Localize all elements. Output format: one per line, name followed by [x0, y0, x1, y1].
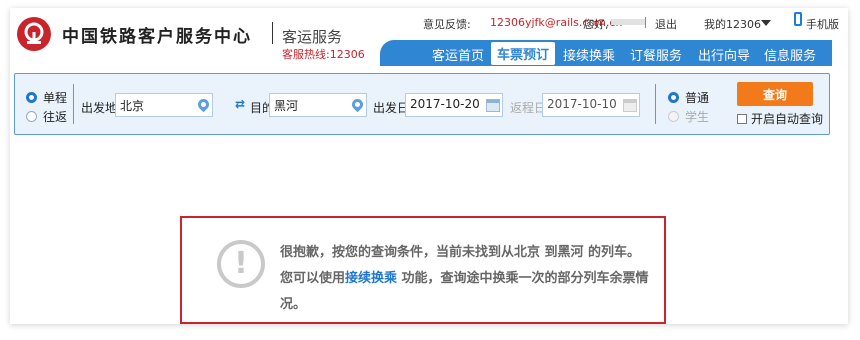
student-ticket-label[interactable]: 学生 [685, 108, 709, 125]
feedback-label: 意见反馈: [423, 18, 471, 31]
search-divider [73, 84, 74, 124]
query-button[interactable]: 查询 [737, 82, 813, 106]
transfer-link[interactable]: 接续换乘 [345, 271, 397, 286]
brand-divider [272, 22, 273, 44]
nav-item-home[interactable]: 客运首页 [432, 45, 484, 64]
normal-ticket-radio[interactable] [668, 92, 679, 103]
brand-subtitle: 客运服务 [282, 28, 343, 46]
calendar-icon[interactable] [623, 99, 637, 112]
hotline-text: 客服热线:12306 [282, 48, 365, 61]
round-trip-label[interactable]: 往返 [43, 108, 67, 125]
nav-item-ticket-booking[interactable]: 车票预订 [491, 42, 556, 65]
search-divider [655, 84, 656, 124]
round-trip-radio[interactable] [26, 111, 37, 122]
no-results-text: 很抱歉，按您的查询条件，当前未找到从北京 到黑河 的列车。您可以使用接续换乘 功… [280, 240, 650, 318]
railway-logo-icon[interactable] [17, 17, 51, 51]
auto-query-checkbox[interactable] [737, 114, 747, 124]
student-ticket-radio[interactable] [668, 111, 679, 122]
mobile-version-link[interactable]: 手机版 [806, 16, 839, 32]
topbar-divider [645, 17, 646, 28]
brand-title: 中国铁路客户服务中心 [62, 27, 252, 47]
my-account-menu[interactable]: 我的12306 [704, 16, 761, 32]
normal-ticket-label[interactable]: 普通 [685, 89, 709, 106]
auto-query-label[interactable]: 开启自动查询 [751, 110, 823, 127]
caret-down-icon[interactable] [761, 20, 771, 26]
greeting-text: 您好, [583, 18, 609, 31]
mobile-phone-icon[interactable] [794, 12, 802, 26]
one-way-label[interactable]: 单程 [43, 89, 67, 106]
no-results-message: ! 很抱歉，按您的查询条件，当前未找到从北京 到黑河 的列车。您可以使用接续换乘… [180, 216, 666, 324]
nav-item-info-service[interactable]: 信息服务 [764, 45, 816, 64]
one-way-radio[interactable] [26, 92, 37, 103]
nav-item-transfer[interactable]: 接续换乘 [563, 45, 615, 64]
nav-item-travel-guide[interactable]: 出行向导 [698, 45, 750, 64]
calendar-icon[interactable] [486, 99, 500, 112]
swap-stations-icon[interactable]: ⇄ [235, 98, 247, 110]
ticket-search-bar: 单程 往返 出发地 北京 ⇄ 目的地 黑河 出发日 2017-10-20 返程日… [14, 73, 830, 135]
depart-date-label: 出发日 [373, 101, 410, 115]
main-nav: 客运首页 车票预订 接续换乘 订餐服务 出行向导 信息服务 [380, 40, 832, 66]
username-redacted [611, 19, 645, 25]
exclamation-icon: ! [217, 240, 265, 288]
nav-item-meal-order[interactable]: 订餐服务 [630, 45, 682, 64]
logout-link[interactable]: 退出 [655, 16, 677, 32]
return-date-label: 返程日 [510, 101, 547, 115]
from-label: 出发地 [81, 101, 118, 115]
